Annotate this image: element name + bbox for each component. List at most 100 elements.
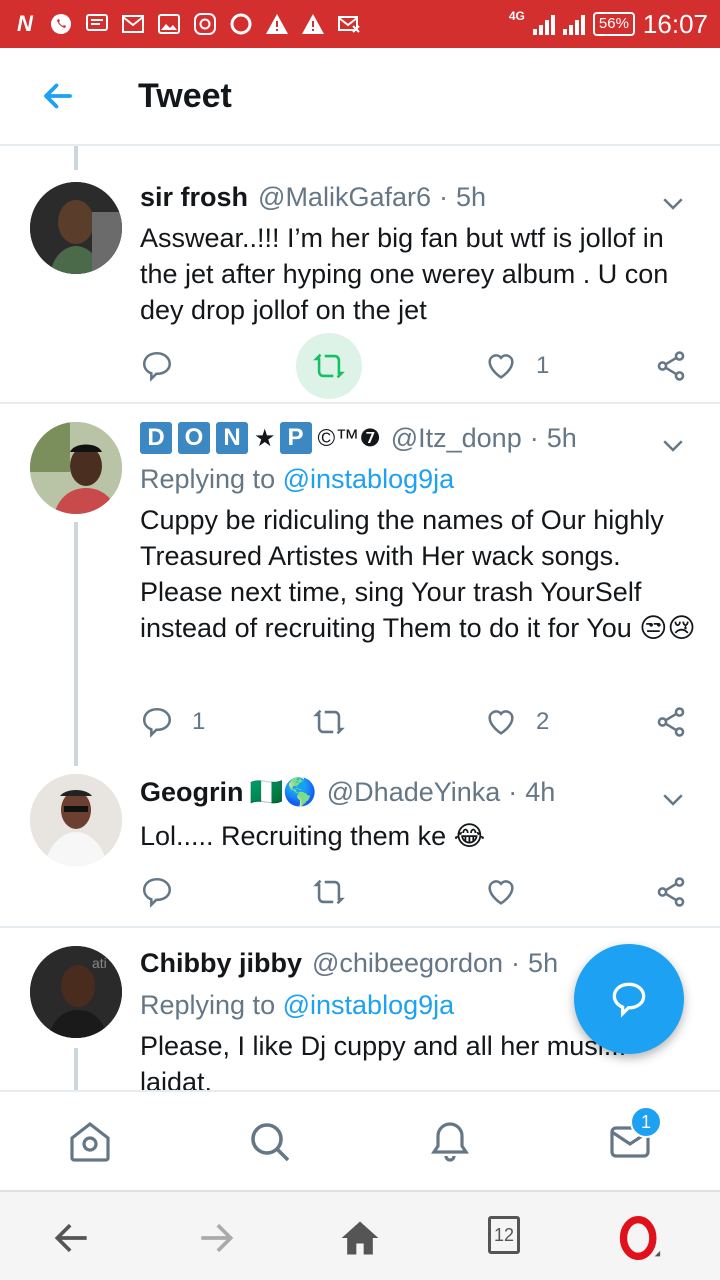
handle[interactable]: @MalikGafar6 — [258, 182, 431, 213]
thread-line — [74, 522, 78, 766]
tweet-text: Lol..... Recruiting them ke 😂 — [140, 821, 486, 851]
signal-icon — [532, 13, 555, 35]
avatar[interactable] — [30, 422, 122, 514]
search-icon[interactable] — [246, 1118, 294, 1166]
like-button[interactable]: 2 — [484, 702, 549, 742]
back-button[interactable] — [28, 66, 88, 126]
share-icon — [657, 877, 685, 907]
tweet-header: Tweet — [0, 48, 720, 146]
share-button[interactable] — [654, 346, 688, 386]
n-app-icon: N — [17, 11, 33, 36]
svg-text:ati: ati — [92, 955, 107, 971]
name-letter[interactable]: P — [279, 422, 312, 454]
avatar[interactable] — [30, 182, 122, 274]
battery-indicator: 56% — [592, 12, 635, 36]
warning-icon — [300, 11, 326, 37]
retweet-button[interactable] — [312, 346, 346, 386]
separator-dot: · — [439, 182, 448, 212]
separator-dot: · — [508, 776, 518, 807]
display-name[interactable]: Geogrin — [140, 777, 244, 808]
chevron-down-icon[interactable] — [658, 784, 688, 814]
mail-off-icon — [336, 11, 362, 37]
like-count: 1 — [536, 352, 550, 379]
tweet-actions: 1 — [140, 333, 700, 399]
thread-line — [74, 1048, 78, 1090]
replying-to: Replying to @instablog9ja — [140, 464, 454, 495]
browser-home-icon[interactable] — [338, 1216, 382, 1260]
network-type: 4G — [508, 9, 525, 23]
replying-to: Replying to @instablog9ja — [140, 990, 454, 1021]
display-name[interactable]: sir frosh — [140, 182, 248, 213]
compose-reply-button[interactable] — [574, 944, 684, 1054]
reply-button[interactable] — [140, 872, 174, 912]
tweet-text: Cuppy be ridiculing the names of Our hig… — [140, 505, 696, 643]
mention-link[interactable]: @instablog9ja — [283, 990, 455, 1020]
tweet-actions — [140, 872, 700, 912]
heart-icon — [488, 880, 514, 905]
share-button[interactable] — [654, 702, 688, 742]
tweet-text: Asswear..!!! I’m her big fan but wtf is … — [140, 223, 669, 325]
like-button[interactable] — [484, 872, 518, 912]
page-title: Tweet — [138, 76, 232, 115]
name-symbols: ©™❼ — [317, 424, 381, 452]
name-letter[interactable]: O — [178, 422, 210, 454]
reply-button[interactable] — [140, 346, 174, 386]
thread-line — [74, 146, 78, 170]
separator-dot: · — [529, 422, 539, 453]
separator-dot: · — [511, 948, 521, 978]
name-letter[interactable]: D — [140, 422, 172, 454]
instagram-icon — [192, 11, 218, 37]
arrow-left-icon — [44, 83, 72, 109]
twitter-tab-bar — [0, 1090, 720, 1190]
replying-prefix: Replying to — [140, 464, 276, 494]
share-icon — [657, 707, 685, 737]
reply-icon — [142, 877, 172, 908]
browser-forward-icon[interactable] — [194, 1216, 238, 1260]
name-emoji: 🇳🇬🌎 — [249, 777, 317, 807]
share-icon — [657, 351, 685, 381]
chevron-down-icon[interactable] — [658, 188, 688, 218]
retweet-button[interactable] — [312, 872, 346, 912]
bell-icon[interactable] — [426, 1118, 474, 1166]
like-count: 2 — [536, 708, 550, 735]
message-icon — [84, 11, 110, 37]
signal-icon — [562, 13, 585, 35]
messages-badge: 1 — [630, 1106, 662, 1138]
gmail-icon — [120, 11, 146, 37]
browser-nav-bar — [0, 1190, 720, 1280]
heart-icon — [488, 354, 514, 379]
handle[interactable]: @chibeegordon — [312, 948, 503, 979]
clock: 16:07 — [642, 8, 708, 39]
whatsapp-icon — [48, 11, 74, 37]
avatar[interactable]: ati — [30, 946, 122, 1038]
retweet-icon — [313, 709, 345, 735]
reply-count: 1 — [192, 708, 206, 735]
chevron-down-icon[interactable] — [658, 430, 688, 460]
retweet-icon — [313, 353, 345, 379]
reply-bubble-icon — [612, 982, 646, 1018]
timestamp: 5h — [456, 182, 487, 212]
handle[interactable]: @DhadeYinka — [327, 777, 501, 808]
gallery-icon — [156, 11, 182, 37]
share-button[interactable] — [654, 872, 688, 912]
reply-button[interactable]: 1 — [140, 702, 205, 742]
replying-prefix: Replying to — [140, 990, 276, 1020]
browser-back-icon[interactable] — [50, 1216, 94, 1260]
heart-icon — [488, 710, 514, 735]
tab-switcher-button[interactable]: 12 — [488, 1216, 520, 1254]
reply-icon — [142, 707, 172, 738]
like-button[interactable]: 1 — [484, 346, 549, 386]
divider — [0, 402, 720, 404]
reply-icon — [142, 351, 172, 382]
avatar[interactable] — [30, 774, 122, 866]
opera-menu-icon[interactable] — [618, 1216, 662, 1260]
mention-link[interactable]: @instablog9ja — [283, 464, 455, 494]
warning-icon — [264, 11, 290, 37]
name-letter[interactable]: N — [216, 422, 248, 454]
handle[interactable]: @Itz_donp — [391, 423, 522, 454]
tweet-actions: 1 2 — [140, 702, 700, 742]
display-name[interactable]: Chibby jibby — [140, 948, 302, 979]
retweet-button[interactable] — [312, 702, 346, 742]
home-icon[interactable] — [66, 1118, 114, 1166]
name-star: ★ — [254, 424, 276, 452]
